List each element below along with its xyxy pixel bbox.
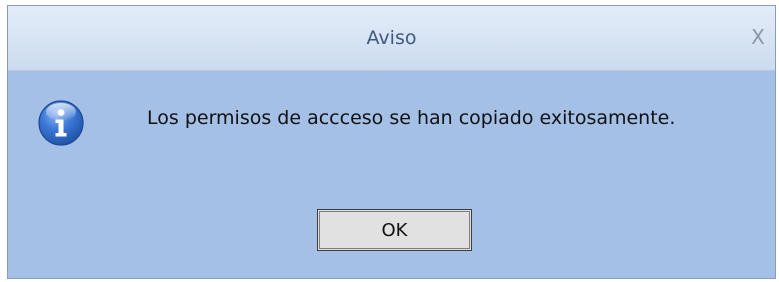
dialog-title: Aviso: [366, 27, 417, 49]
message-dialog: Aviso X Los permisos de accceso se han c…: [7, 5, 776, 279]
title-bar[interactable]: Aviso X: [8, 6, 775, 71]
info-icon: [38, 100, 84, 146]
dialog-body: Los permisos de accceso se han copiado e…: [8, 71, 775, 278]
ok-button[interactable]: OK: [317, 209, 472, 251]
dialog-message: Los permisos de accceso se han copiado e…: [147, 107, 676, 129]
close-button[interactable]: X: [746, 22, 770, 52]
